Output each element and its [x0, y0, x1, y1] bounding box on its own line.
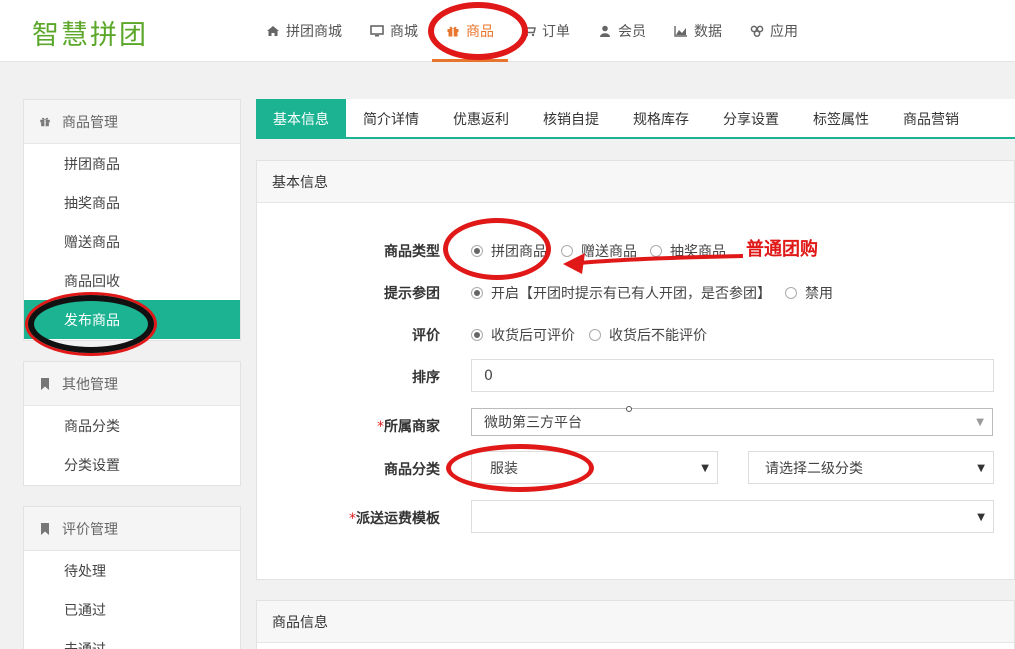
- radio-review-allowed[interactable]: 收货后可评价: [471, 325, 575, 345]
- home-icon: [267, 26, 279, 36]
- chevron-down-icon: ▼: [976, 417, 984, 428]
- shipping-template-label: *派送运费模板: [310, 508, 440, 528]
- category-label: 商品分类: [384, 462, 440, 478]
- top-header: 智慧拼团 拼团商城 商城 商品 订单 会员 数据 应用: [0, 0, 1015, 62]
- nav-label: 应用: [770, 24, 798, 40]
- nav-item-orders[interactable]: 订单: [508, 0, 584, 62]
- nav-label: 商品: [466, 24, 494, 40]
- radio-label: 禁用: [805, 286, 833, 302]
- tab-verify-pickup[interactable]: 核销自提: [526, 99, 616, 139]
- radio-dot-checked: [471, 329, 483, 341]
- apps-icon: [750, 25, 764, 37]
- radio-label: 拼团商品: [491, 244, 547, 260]
- radio-dot: [785, 287, 797, 299]
- chevron-down-icon: ▼: [701, 463, 709, 474]
- nav-label: 拼团商城: [286, 24, 342, 40]
- radio-dot-checked: [471, 245, 483, 257]
- review-label: 评价: [412, 328, 440, 344]
- form-tabs: 基本信息 简介详情 优惠返利 核销自提 规格库存 分享设置 标签属性 商品营销: [256, 99, 1015, 139]
- annotation-text: 普通团购: [746, 239, 818, 260]
- tab-goods-marketing[interactable]: 商品营销: [886, 99, 976, 139]
- merchant-label-text: 所属商家: [384, 419, 440, 435]
- radio-pintuan-goods[interactable]: 拼团商品: [471, 241, 547, 261]
- sidebar-item-lottery-goods[interactable]: 抽奖商品: [24, 183, 240, 222]
- shipping-template-select[interactable]: ▼: [471, 500, 994, 533]
- radio-review-disallowed[interactable]: 收货后不能评价: [589, 325, 707, 345]
- logo[interactable]: 智慧拼团: [32, 13, 148, 52]
- goods-type-label: 商品类型: [384, 244, 440, 260]
- tab-discount-rebate[interactable]: 优惠返利: [436, 99, 526, 139]
- bookmark-icon: [38, 522, 52, 536]
- merchant-value: 微助第三方平台: [484, 415, 582, 431]
- sidebar-item-pending[interactable]: 待处理: [24, 551, 240, 590]
- nav-label: 数据: [694, 24, 722, 40]
- radio-hint-enable[interactable]: 开启【开团时提示有已有人开团，是否参团】: [471, 283, 771, 303]
- resize-handle[interactable]: [626, 406, 632, 412]
- bookmark-icon: [38, 377, 52, 391]
- sidebar-group-goods: 商品管理 拼团商品 抽奖商品 赠送商品 商品回收 发布商品: [23, 99, 241, 341]
- sidebar-group-review: 评价管理 待处理 已通过 未通过: [23, 506, 241, 649]
- chart-icon: [674, 26, 687, 37]
- sidebar-group-label: 其他管理: [62, 376, 118, 393]
- category-value: 服装: [490, 460, 518, 477]
- join-hint-label: 提示参团: [384, 286, 440, 302]
- merchant-select[interactable]: 微助第三方平台 ▼: [471, 408, 993, 436]
- nav-label: 商城: [390, 24, 418, 40]
- merchant-label: *所属商家: [310, 416, 440, 436]
- annotation-arrow: [563, 253, 744, 274]
- nav-item-pintuan-mall[interactable]: 拼团商城: [252, 0, 356, 62]
- sidebar-item-gift-goods[interactable]: 赠送商品: [24, 222, 240, 261]
- tab-tag-attributes[interactable]: 标签属性: [796, 99, 886, 139]
- radio-dot-checked: [471, 287, 483, 299]
- nav-item-members[interactable]: 会员: [584, 0, 660, 62]
- radio-hint-disable[interactable]: 禁用: [785, 283, 833, 303]
- nav-label: 会员: [618, 24, 646, 40]
- sidebar-item-category-settings[interactable]: 分类设置: [24, 445, 240, 484]
- radio-label: 收货后不能评价: [609, 328, 707, 344]
- user-icon: [600, 25, 610, 37]
- tab-share-settings[interactable]: 分享设置: [706, 99, 796, 139]
- sidebar-group-other: 其他管理 商品分类 分类设置: [23, 361, 241, 486]
- nav-item-data[interactable]: 数据: [660, 0, 736, 62]
- cart-icon: [522, 25, 536, 37]
- category-secondary-placeholder: 请选择二级分类: [765, 460, 863, 477]
- main-nav: 拼团商城 商城 商品 订单 会员 数据 应用: [252, 0, 812, 62]
- category-secondary-select[interactable]: 请选择二级分类 ▼: [748, 451, 994, 484]
- required-mark: *: [349, 511, 356, 527]
- sidebar-item-goods-category[interactable]: 商品分类: [24, 406, 240, 445]
- radio-label: 开启【开团时提示有已有人开团，是否参团】: [491, 286, 771, 302]
- chevron-down-icon: ▼: [977, 512, 985, 523]
- gift-icon: [447, 26, 459, 37]
- gift-icon: [38, 115, 52, 129]
- sidebar-group-title[interactable]: 其他管理: [24, 362, 240, 406]
- tab-basic-info[interactable]: 基本信息: [256, 99, 346, 139]
- goods-info-card: 商品信息: [256, 600, 1015, 649]
- chevron-down-icon: ▼: [977, 463, 985, 474]
- card-title: 商品信息: [257, 601, 1014, 643]
- sidebar-group-label: 商品管理: [62, 114, 118, 131]
- sidebar-group-title[interactable]: 商品管理: [24, 100, 240, 144]
- category-primary-select[interactable]: 服装 ▼: [471, 451, 718, 484]
- sidebar-group-title[interactable]: 评价管理: [24, 507, 240, 551]
- sidebar-item-pintuan-goods[interactable]: 拼团商品: [24, 144, 240, 183]
- nav-label: 订单: [542, 24, 570, 40]
- sort-input[interactable]: 0: [471, 359, 994, 392]
- nav-item-mall[interactable]: 商城: [356, 0, 432, 62]
- nav-item-apps[interactable]: 应用: [736, 0, 812, 62]
- monitor-icon: [370, 25, 384, 37]
- card-title: 基本信息: [257, 161, 1014, 203]
- required-mark: *: [377, 419, 384, 435]
- shipping-label-text: 派送运费模板: [356, 511, 440, 527]
- radio-dot: [589, 329, 601, 341]
- sidebar-item-rejected[interactable]: 未通过: [24, 629, 240, 649]
- sidebar-item-recycle-goods[interactable]: 商品回收: [24, 261, 240, 300]
- sidebar-item-publish-goods[interactable]: 发布商品: [24, 300, 240, 339]
- sidebar-group-label: 评价管理: [62, 521, 118, 538]
- tab-intro-detail[interactable]: 简介详情: [346, 99, 436, 139]
- nav-item-goods[interactable]: 商品: [432, 0, 508, 62]
- sort-label: 排序: [412, 370, 440, 386]
- tab-spec-stock[interactable]: 规格库存: [616, 99, 706, 139]
- radio-label: 收货后可评价: [491, 328, 575, 344]
- sidebar-item-approved[interactable]: 已通过: [24, 590, 240, 629]
